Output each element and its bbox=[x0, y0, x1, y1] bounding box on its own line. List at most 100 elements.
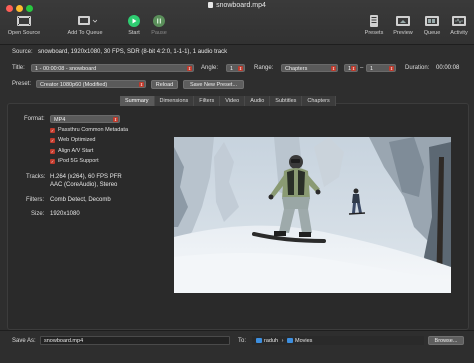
tab-audio[interactable]: Audio bbox=[245, 96, 271, 106]
presets-icon bbox=[366, 14, 382, 28]
range-start-popup[interactable]: 1 ⇕ bbox=[344, 64, 358, 72]
filters-value: Comb Detect, Decomb bbox=[50, 197, 111, 203]
checkmark-icon: ✓ bbox=[50, 128, 55, 133]
chevron-updown-icon: ⇕ bbox=[331, 66, 336, 71]
tab-video[interactable]: Video bbox=[220, 96, 246, 106]
chevron-updown-icon: ⇕ bbox=[238, 66, 243, 71]
tab-summary[interactable]: Summary bbox=[120, 96, 155, 106]
pause-button[interactable]: Pause bbox=[148, 14, 170, 36]
web-optimized-label: Web Optimized bbox=[58, 137, 96, 143]
preview-icon bbox=[395, 14, 411, 28]
activity-button[interactable]: Activity bbox=[446, 14, 472, 36]
path-separator: › bbox=[281, 338, 284, 344]
presets-button[interactable]: Presets bbox=[362, 14, 386, 36]
size-label: Size: bbox=[31, 211, 45, 217]
range-type-popup[interactable]: Chapters ⇕ bbox=[281, 64, 338, 72]
title-label: Title: bbox=[12, 65, 25, 71]
angle-label: Angle: bbox=[201, 65, 219, 71]
pause-label: Pause bbox=[151, 30, 167, 36]
title-popup-value: 1 - 00:00:08 - snowboard bbox=[35, 66, 97, 72]
open-source-label: Open Source bbox=[7, 30, 41, 36]
chevron-updown-icon: ⇕ bbox=[389, 66, 394, 71]
queue-label: Queue bbox=[423, 30, 441, 36]
path-folder: Movies bbox=[294, 338, 313, 344]
tab-subtitles[interactable]: Subtitles bbox=[270, 96, 303, 106]
add-to-queue-button[interactable]: Add To Queue bbox=[62, 14, 108, 36]
title-popup[interactable]: 1 - 00:00:08 - snowboard ⇕ bbox=[31, 64, 194, 72]
preset-label: Preset: bbox=[12, 81, 32, 87]
source-info: snowboard, 1920x1080, 30 FPS, SDR (8-bit… bbox=[38, 49, 228, 55]
duration-value: 00:00:08 bbox=[436, 65, 460, 71]
chevron-updown-icon: ⇕ bbox=[187, 66, 192, 71]
range-end-value: 1 bbox=[370, 66, 374, 72]
reload-button[interactable]: Reload bbox=[151, 80, 178, 89]
preset-popup-value: Creator 1080p60 (Modified) bbox=[40, 82, 108, 88]
pause-icon bbox=[151, 14, 167, 28]
add-to-queue-icon bbox=[77, 14, 98, 28]
format-label: Format: bbox=[24, 116, 45, 122]
checkmark-icon: ✓ bbox=[50, 149, 55, 154]
preview-button[interactable]: Preview bbox=[390, 14, 416, 36]
ipod-5g-support-checkbox[interactable]: ✓ iPod 5G Support bbox=[50, 158, 99, 164]
format-popup-value: MP4 bbox=[54, 117, 66, 123]
document-icon bbox=[208, 2, 214, 8]
add-to-queue-label: Add To Queue bbox=[67, 30, 103, 36]
tab-filters[interactable]: Filters bbox=[194, 96, 221, 106]
window-title-text: snowboard.mp4 bbox=[216, 2, 266, 9]
bottom-bar bbox=[0, 330, 474, 363]
chevron-updown-icon: ⇕ bbox=[139, 82, 144, 87]
tracks-video: H.264 (x264), 60 FPS PFR bbox=[50, 174, 122, 180]
activity-icon bbox=[451, 14, 467, 28]
window-title: snowboard.mp4 bbox=[0, 2, 474, 9]
angle-popup-value: 1 bbox=[230, 66, 234, 72]
queue-button[interactable]: Queue bbox=[420, 14, 444, 36]
chevron-updown-icon: ⇕ bbox=[351, 66, 356, 71]
to-label: To: bbox=[238, 338, 247, 344]
film-icon bbox=[16, 14, 32, 28]
passthru-metadata-label: Passthru Common Metadata bbox=[58, 127, 129, 133]
preview-image[interactable] bbox=[174, 137, 451, 293]
title-bar: snowboard.mp4 Open Source Add To Queue S… bbox=[0, 0, 474, 45]
tracks-label: Tracks: bbox=[26, 174, 46, 180]
path-user: raduh bbox=[264, 338, 279, 344]
queue-icon bbox=[424, 14, 440, 28]
source-label: Source: bbox=[12, 49, 33, 55]
tracks-audio: AAC (CoreAudio), Stereo bbox=[50, 182, 118, 188]
save-as-label: Save As: bbox=[12, 338, 36, 344]
duration-label: Duration: bbox=[405, 65, 430, 71]
start-label: Start bbox=[128, 30, 140, 36]
start-button[interactable]: Start bbox=[124, 14, 144, 36]
destination-path[interactable]: raduh › Movies bbox=[252, 336, 424, 345]
angle-popup[interactable]: 1 ⇕ bbox=[226, 64, 245, 72]
filters-label: Filters: bbox=[26, 197, 44, 203]
presets-label: Presets bbox=[364, 30, 384, 36]
snowboard-scene-image bbox=[174, 137, 451, 293]
format-popup[interactable]: MP4 ⇕ bbox=[50, 115, 120, 123]
folder-icon bbox=[256, 338, 262, 343]
size-value: 1920x1080 bbox=[50, 211, 80, 217]
save-as-field[interactable]: snowboard.mp4 bbox=[40, 336, 230, 345]
range-label: Range: bbox=[254, 65, 274, 71]
open-source-button[interactable]: Open Source bbox=[4, 14, 44, 36]
checkmark-icon: ✓ bbox=[50, 138, 55, 143]
align-av-start-label: Align A/V Start bbox=[58, 148, 94, 154]
range-dash: – bbox=[360, 65, 364, 71]
passthru-metadata-checkbox[interactable]: ✓ Passthru Common Metadata bbox=[50, 127, 128, 133]
checkmark-icon: ✓ bbox=[50, 159, 55, 164]
range-type-value: Chapters bbox=[285, 66, 308, 72]
tab-dimensions[interactable]: Dimensions bbox=[154, 96, 195, 106]
folder-icon bbox=[286, 338, 293, 343]
range-end-popup[interactable]: 1 ⇕ bbox=[366, 64, 396, 72]
preset-popup[interactable]: Creator 1080p60 (Modified) ⇕ bbox=[36, 80, 146, 88]
save-new-preset-button[interactable]: Save New Preset... bbox=[183, 80, 244, 89]
handbrake-window: snowboard.mp4 Open Source Add To Queue S… bbox=[0, 0, 474, 363]
preview-label: Preview bbox=[393, 30, 413, 36]
play-icon bbox=[126, 14, 142, 28]
web-optimized-checkbox[interactable]: ✓ Web Optimized bbox=[50, 137, 96, 143]
chevron-updown-icon: ⇕ bbox=[113, 117, 118, 122]
browse-button[interactable]: Browse... bbox=[428, 336, 464, 345]
align-av-start-checkbox[interactable]: ✓ Align A/V Start bbox=[50, 148, 93, 154]
ipod-5g-support-label: iPod 5G Support bbox=[58, 158, 99, 164]
tab-chapters[interactable]: Chapters bbox=[302, 96, 336, 106]
settings-tabs: Summary Dimensions Filters Video Audio S… bbox=[120, 96, 336, 106]
